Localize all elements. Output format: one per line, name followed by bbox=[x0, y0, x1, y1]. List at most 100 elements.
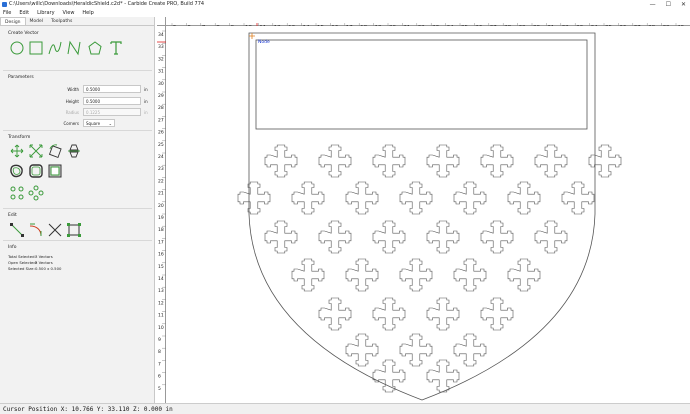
cross-crosslet-vector[interactable] bbox=[426, 144, 460, 178]
cross-crosslet-vector[interactable] bbox=[399, 181, 433, 215]
cross-crosslet-vector[interactable] bbox=[561, 181, 595, 215]
text-icon[interactable] bbox=[109, 40, 123, 55]
ruler-left-label: 33 bbox=[158, 44, 164, 50]
info-row: Selected Size: 0.500 x 0.500 bbox=[8, 266, 108, 272]
info-label: Total Selected: bbox=[8, 254, 36, 259]
cross-crosslet-vector[interactable] bbox=[372, 359, 406, 393]
parameters-section: Parameters Width 0.5000 in Height 0.5000… bbox=[3, 73, 152, 131]
cross-crosslet-vector[interactable] bbox=[480, 297, 514, 331]
width-row: Width 0.5000 in bbox=[3, 85, 152, 94]
cross-crosslet-vector[interactable] bbox=[372, 220, 406, 254]
transform-section: Transform bbox=[3, 133, 152, 209]
align-icon[interactable] bbox=[48, 163, 62, 178]
cross-crosslet-vector[interactable] bbox=[507, 181, 541, 215]
shield-outline[interactable] bbox=[248, 32, 596, 401]
cross-crosslet-vector[interactable] bbox=[318, 144, 352, 178]
cross-crosslet-vector[interactable] bbox=[426, 220, 460, 254]
curve-icon[interactable] bbox=[48, 40, 62, 55]
offset-icon[interactable] bbox=[10, 163, 24, 178]
cross-crosslet-vector[interactable] bbox=[345, 181, 379, 215]
ruler-left-label: 12 bbox=[158, 300, 164, 306]
circular-array-icon[interactable] bbox=[28, 185, 44, 201]
circle-icon[interactable] bbox=[10, 40, 24, 55]
corners-row: Corners Square ⌄ bbox=[3, 119, 152, 128]
cross-crosslet-vector[interactable] bbox=[345, 333, 379, 367]
cross-crosslet-vector[interactable] bbox=[291, 181, 325, 215]
height-label: Height bbox=[65, 99, 79, 104]
cross-crosslet-vector[interactable] bbox=[318, 297, 352, 331]
info-section: Info Total Selected: 3 Vectors Open Sele… bbox=[3, 243, 152, 277]
cross-crosslet-vector[interactable] bbox=[453, 333, 487, 367]
ruler-left-label: 21 bbox=[158, 191, 164, 197]
cross-crosslet-vector[interactable] bbox=[291, 258, 325, 292]
cross-crosslet-vector[interactable] bbox=[507, 258, 541, 292]
mirror-icon[interactable] bbox=[67, 143, 81, 158]
title-bar: C:\Users\willc\Downloads\HeraldicShield.… bbox=[0, 0, 690, 9]
ruler-left-label: 31 bbox=[158, 69, 164, 75]
cross-crosslet-vector[interactable] bbox=[426, 359, 460, 393]
menu-edit[interactable]: Edit bbox=[19, 9, 29, 17]
ruler-left-label: 28 bbox=[158, 105, 164, 111]
ruler-left-label: 23 bbox=[158, 166, 164, 172]
rectangle-icon[interactable] bbox=[29, 40, 43, 55]
polygon-icon[interactable] bbox=[88, 40, 102, 55]
cross-crosslet-vector[interactable] bbox=[264, 144, 298, 178]
edit-title: Edit bbox=[8, 213, 17, 218]
array-icon[interactable] bbox=[10, 185, 24, 200]
menu-file[interactable]: File bbox=[3, 9, 11, 17]
move-icon[interactable] bbox=[10, 143, 24, 158]
cross-crosslet-vector[interactable] bbox=[399, 333, 433, 367]
ruler-left-label: 13 bbox=[158, 288, 164, 294]
design-canvas[interactable]: Node bbox=[166, 26, 690, 403]
width-input[interactable]: 0.5000 bbox=[83, 85, 141, 93]
trim-icon[interactable] bbox=[48, 222, 62, 237]
radius-input[interactable]: 0.1225 bbox=[83, 108, 141, 116]
height-row: Height 0.5000 in bbox=[3, 97, 152, 106]
cross-crosslet-vector[interactable] bbox=[318, 220, 352, 254]
menu-help[interactable]: Help bbox=[82, 9, 93, 17]
ruler-top: 5678910111213141516171819202122232425262… bbox=[157, 17, 690, 32]
rotate-icon[interactable] bbox=[48, 143, 62, 158]
polyline-icon[interactable] bbox=[67, 40, 81, 56]
create-vector-title: Create Vector bbox=[8, 31, 39, 36]
menu-library[interactable]: Library bbox=[37, 9, 54, 17]
close-button[interactable]: ✕ bbox=[681, 0, 686, 9]
fillet-icon[interactable] bbox=[29, 222, 43, 237]
boolean-icon[interactable] bbox=[29, 163, 43, 178]
ruler-left-label: 7 bbox=[158, 361, 161, 367]
cross-crosslet-vector[interactable] bbox=[399, 258, 433, 292]
cross-crosslet-vector[interactable] bbox=[345, 258, 379, 292]
bounding-box-icon[interactable] bbox=[67, 222, 81, 237]
cross-crosslet-vector[interactable] bbox=[480, 220, 514, 254]
cross-crosslet-vector[interactable] bbox=[534, 220, 568, 254]
ruler-left-label: 5 bbox=[158, 386, 161, 392]
cross-crosslet-vector[interactable] bbox=[237, 181, 271, 215]
cross-crosslet-vector[interactable] bbox=[480, 144, 514, 178]
banner-rectangle[interactable] bbox=[255, 39, 588, 130]
menu-bar: File Edit Library View Help bbox=[0, 9, 690, 17]
tab-design[interactable]: Design bbox=[0, 17, 26, 25]
info-title: Info bbox=[8, 245, 17, 250]
scale-icon[interactable] bbox=[29, 143, 43, 158]
tab-model[interactable]: Model bbox=[26, 17, 48, 25]
edit-section: Edit bbox=[3, 211, 152, 241]
menu-view[interactable]: View bbox=[63, 9, 75, 17]
cross-crosslet-vector[interactable] bbox=[372, 144, 406, 178]
corners-select[interactable]: Square ⌄ bbox=[83, 119, 115, 127]
height-input[interactable]: 0.5000 bbox=[83, 97, 141, 105]
minimize-button[interactable]: — bbox=[650, 0, 656, 9]
cross-crosslet-vector[interactable] bbox=[453, 258, 487, 292]
ruler-left-label: 17 bbox=[158, 239, 164, 245]
node-edit-icon[interactable] bbox=[10, 222, 24, 237]
maximize-button[interactable]: ☐ bbox=[666, 0, 671, 9]
cross-crosslet-vector[interactable] bbox=[453, 181, 487, 215]
cross-crosslet-vector[interactable] bbox=[588, 144, 622, 178]
tab-toolpaths[interactable]: Toolpaths bbox=[47, 17, 76, 25]
cross-pattern[interactable] bbox=[237, 144, 622, 393]
window-title: C:\Users\willc\Downloads\HeraldicShield.… bbox=[9, 1, 205, 7]
cross-crosslet-vector[interactable] bbox=[426, 297, 460, 331]
canvas-drawing[interactable]: Node bbox=[166, 26, 690, 403]
cross-crosslet-vector[interactable] bbox=[534, 144, 568, 178]
cross-crosslet-vector[interactable] bbox=[372, 297, 406, 331]
cross-crosslet-vector[interactable] bbox=[264, 220, 298, 254]
